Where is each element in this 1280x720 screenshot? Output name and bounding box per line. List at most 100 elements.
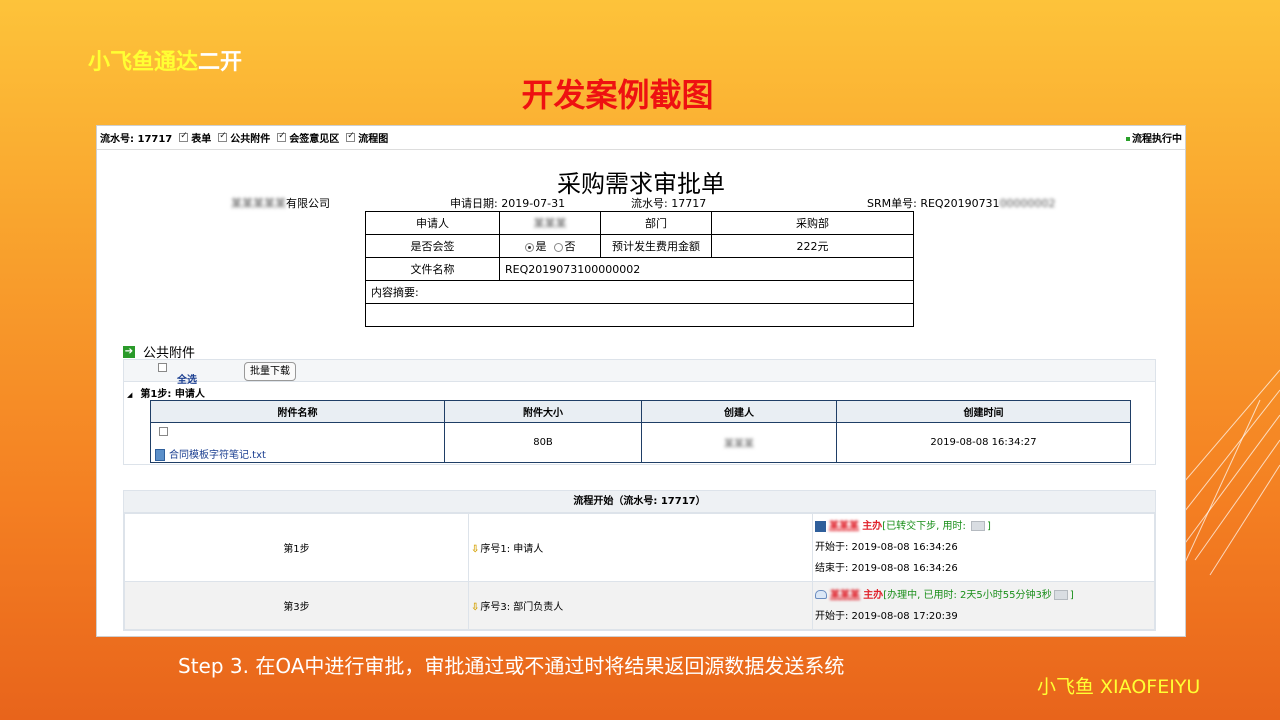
- company: 某某某某某有限公司: [231, 195, 330, 211]
- toggle-checkbox[interactable]: [179, 131, 189, 142]
- radio-no-label: 否: [564, 240, 576, 253]
- flow-seq: ⇩序号1: 申请人: [468, 513, 813, 582]
- toolbar: 流水号: 17717 表单 公共附件 会签意见区 流程图 流程执行中: [97, 126, 1185, 150]
- radio-no[interactable]: [553, 242, 563, 252]
- toolbar-item-flowchart[interactable]: 流程图: [358, 130, 388, 145]
- attachment-checkbox[interactable]: [159, 427, 168, 436]
- handler-name[interactable]: 某某某: [830, 590, 860, 601]
- flow-handler-line: 某某某 主办[已转交下步, 用时: ]: [815, 516, 1154, 537]
- flow-table: 第1步 ⇩序号1: 申请人 某某某 主办[已转交下步, 用时: ] 开始于: 2…: [124, 513, 1155, 630]
- flow-seq-text: 序号3: 部门负责人: [480, 602, 564, 613]
- oa-screenshot: 流水号: 17717 表单 公共附件 会签意见区 流程图 流程执行中 采购需求审…: [96, 125, 1186, 637]
- flow-heading: 流程开始（流水号: 17717）: [124, 491, 1155, 513]
- srm-number: SRM单号: REQ2019073100000002: [867, 195, 1056, 211]
- table-row: 第3步 ⇩序号3: 部门负责人 某某某 主办[办理中, 已用时: 2天5小时55…: [124, 581, 1155, 630]
- attachment-table: 附件名称 附件大小 创建人 创建时间 合同模板字符笔记.txt 80B 某某某 …: [150, 400, 1131, 463]
- applicant-value: 某某某: [499, 211, 601, 235]
- request-table: 申请人 某某某 部门 采购部 是否会签 是 否 预计发生费用金额 222元 文件…: [365, 211, 914, 327]
- summary-value[interactable]: [365, 303, 914, 327]
- summary-label: 内容摘要:: [365, 280, 914, 304]
- mail-icon: [815, 590, 827, 599]
- select-all-checkbox[interactable]: [158, 362, 167, 372]
- arrow-down-icon: ⇩: [471, 602, 480, 613]
- countersign-label: 是否会签: [365, 234, 500, 258]
- handler-state: [已转交下步, 用时:: [882, 521, 969, 532]
- handler-name[interactable]: 某某某: [829, 521, 859, 532]
- handler-state: [办理中, 已用时: 2天5小时55分钟3秒: [883, 589, 1052, 601]
- cost-label: 预计发生费用金额: [600, 234, 712, 258]
- flow-status: 流程执行中: [1126, 130, 1182, 145]
- slide-caption: Step 3. 在OA中进行审批，审批通过或不通过时将结果返回源数据发送系统: [178, 654, 845, 678]
- countersign-options: 是 否: [499, 234, 601, 258]
- flow-step: 第1步: [124, 513, 469, 582]
- attachment-step-text: 第1步: 申请人: [140, 389, 205, 400]
- toolbar-item-form[interactable]: 表单: [191, 130, 211, 145]
- attachment-name-cell: 合同模板字符笔记.txt: [150, 422, 445, 463]
- dept-value: 采购部: [711, 211, 914, 235]
- cost-value: 222元: [711, 234, 914, 258]
- attachment-link[interactable]: 合同模板字符笔记.txt: [155, 446, 266, 461]
- flow-info: 某某某 主办[已转交下步, 用时: ] 开始于: 2019-08-08 16:3…: [812, 513, 1155, 582]
- srm-blurred: 00000002: [999, 197, 1056, 210]
- col-size: 附件大小: [444, 400, 642, 423]
- toggle-checkbox[interactable]: [218, 131, 228, 142]
- form-title: 采购需求审批单: [557, 170, 725, 198]
- radio-yes-label: 是: [535, 240, 547, 253]
- flow-status-text: 流程执行中: [1132, 134, 1182, 145]
- flow-seq: ⇩序号3: 部门负责人: [468, 581, 813, 630]
- select-all[interactable]: 全选: [158, 362, 197, 386]
- attachment-step-label: ◢ 第1步: 申请人: [127, 385, 205, 400]
- toolbar-item-attachments[interactable]: 公共附件: [230, 130, 270, 145]
- flow-info: 某某某 主办[办理中, 已用时: 2天5小时55分钟3秒] 开始于: 2019-…: [812, 581, 1155, 630]
- handler-state-end: ]: [1069, 589, 1074, 601]
- document-icon: [815, 520, 826, 532]
- creator-blurred: 某某某: [724, 439, 754, 450]
- col-name: 附件名称: [150, 400, 445, 423]
- table-row: 合同模板字符笔记.txt 80B 某某某 2019-08-08 16:34:27: [150, 422, 1131, 463]
- dept-label: 部门: [600, 211, 712, 235]
- arrow-right-icon: ➔: [123, 345, 135, 358]
- attachment-created: 2019-08-08 16:34:27: [836, 422, 1131, 463]
- flow-start: 开始于: 2019-08-08 16:34:26: [815, 542, 958, 553]
- toggle-checkbox[interactable]: [346, 131, 356, 142]
- bulk-download-button[interactable]: 批量下载: [244, 362, 296, 381]
- file-icon: [155, 449, 165, 461]
- handler-role: 主办: [863, 589, 884, 601]
- flow-step: 第3步: [124, 581, 469, 630]
- flow-panel: 流程开始（流水号: 17717） 第1步 ⇩序号1: 申请人 某某某 主办[已转…: [123, 490, 1156, 631]
- toggle-checkbox[interactable]: [277, 131, 287, 142]
- file-value: REQ2019073100000002: [499, 257, 914, 281]
- company-blurred: 某某某某某: [231, 197, 286, 210]
- radio-yes[interactable]: [524, 242, 534, 252]
- select-all-label[interactable]: 全选: [177, 371, 197, 386]
- applicant-label: 申请人: [365, 211, 500, 235]
- apply-date: 申请日期: 2019-07-31: [450, 197, 566, 210]
- srm-prefix: SRM单号: REQ20190731: [867, 197, 1000, 210]
- time-box-icon: [971, 521, 985, 531]
- applicant-blurred: 某某某: [533, 217, 567, 230]
- flow-seq-text: 序号1: 申请人: [480, 544, 544, 555]
- col-creator: 创建人: [641, 400, 837, 423]
- attachment-name[interactable]: 合同模板字符笔记.txt: [169, 450, 266, 461]
- serial-number: 流水号: 17717: [631, 197, 707, 210]
- handler-role: 主办: [862, 521, 883, 532]
- brand-bottom: 小飞鱼 XIAOFEIYU: [1037, 676, 1201, 698]
- flow-end: 结束于: 2019-08-08 16:34:26: [815, 563, 958, 574]
- attachments-panel: 全选 批量下载 ◢ 第1步: 申请人 附件名称 附件大小 创建人 创建时间 合同模…: [123, 359, 1156, 465]
- attachment-size: 80B: [444, 422, 642, 463]
- flow-start: 开始于: 2019-08-08 17:20:39: [815, 610, 958, 622]
- attachment-creator: 某某某: [641, 422, 837, 463]
- toolbar-item-opinions[interactable]: 会签意见区: [289, 130, 339, 145]
- file-label: 文件名称: [365, 257, 500, 281]
- collapse-triangle-icon[interactable]: ◢: [127, 391, 132, 399]
- slide-title: 开发案例截图: [521, 76, 714, 114]
- arrow-down-icon: ⇩: [471, 544, 480, 555]
- status-dot-icon: [1126, 137, 1130, 141]
- time-box-icon: [1053, 589, 1068, 600]
- company-suffix: 有限公司: [286, 197, 330, 210]
- table-row: 第1步 ⇩序号1: 申请人 某某某 主办[已转交下步, 用时: ] 开始于: 2…: [124, 513, 1155, 582]
- serial-label: 流水号: 17717: [100, 134, 173, 145]
- handler-state-end: ]: [987, 521, 991, 532]
- flow-handler-line: 某某某 主办[办理中, 已用时: 2天5小时55分钟3秒]: [815, 585, 1154, 606]
- col-created: 创建时间: [836, 400, 1131, 423]
